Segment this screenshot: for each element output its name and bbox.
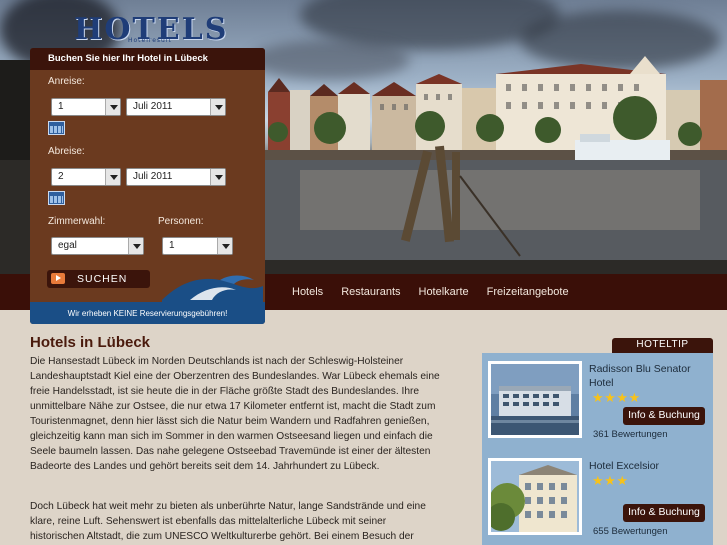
departure-month-select[interactable]: Juli 2011: [126, 168, 226, 186]
main-nav: Hotels Restaurants Hotelkarte Freizeitan…: [292, 274, 587, 310]
hotel-photo-image: [487, 461, 579, 532]
star-icon: ★: [616, 474, 629, 489]
departure-day-select[interactable]: 2: [51, 168, 121, 186]
booking-footer-note: Wir erheben KEINE Reservierungsgebühren!: [30, 302, 265, 324]
arrival-month-value: Juli 2011: [133, 101, 173, 112]
departure-day-value: 2: [58, 171, 64, 182]
room-value: egal: [58, 240, 77, 251]
hotel-name[interactable]: Radisson Blu Senator Hotel: [589, 362, 704, 390]
room-select[interactable]: egal: [51, 237, 144, 255]
star-icon: ★: [592, 391, 605, 406]
arrival-month-select[interactable]: Juli 2011: [126, 98, 226, 116]
search-button-label: SUCHEN: [77, 273, 128, 285]
persons-value: 1: [169, 240, 175, 251]
star-icon: ★: [592, 474, 605, 489]
booking-title: Buchen Sie hier Ihr Hotel in Lübeck: [30, 48, 265, 70]
dropdown-arrow-icon: [217, 238, 232, 254]
dropdown-arrow-icon: [128, 238, 143, 254]
info-booking-button[interactable]: Info & Buchung: [623, 504, 705, 522]
departure-month-value: Juli 2011: [133, 171, 173, 182]
hotel-photo[interactable]: [487, 458, 582, 535]
star-icon: ★: [604, 391, 617, 406]
room-label: Zimmerwahl:: [48, 216, 106, 227]
nav-item-freizeitangebote[interactable]: Freizeitangebote: [487, 286, 569, 298]
star-rating: ★★★: [592, 474, 628, 489]
hoteltip-header: HOTELTIP: [612, 338, 713, 353]
dropdown-arrow-icon: [210, 99, 225, 115]
site-logo-subtitle: Hotelresult: [128, 37, 172, 44]
persons-select[interactable]: 1: [162, 237, 233, 255]
second-paragraph: Doch Lübeck hat weit mehr zu bieten als …: [30, 501, 426, 542]
hotel-name[interactable]: Hotel Excelsior: [589, 459, 704, 473]
review-count: 361 Bewertungen: [593, 429, 668, 440]
persons-label: Personen:: [158, 216, 204, 227]
hotel-card: Radisson Blu Senator Hotel ★★★★ Info & B…: [482, 353, 713, 446]
intro-paragraph: Die Hansestadt Lübeck im Norden Deutschl…: [30, 356, 440, 472]
info-booking-button[interactable]: Info & Buchung: [623, 407, 705, 425]
departure-label: Abreise:: [48, 146, 85, 157]
play-arrow-icon: [51, 273, 65, 284]
arrival-label: Anreise:: [48, 76, 85, 87]
star-icon: ★: [604, 474, 617, 489]
dropdown-arrow-icon: [105, 99, 120, 115]
search-button[interactable]: SUCHEN: [47, 270, 150, 288]
hotel-photo[interactable]: [488, 361, 582, 438]
review-count: 655 Bewertungen: [593, 526, 668, 537]
star-icon: ★: [628, 391, 641, 406]
dropdown-arrow-icon: [210, 169, 225, 185]
nav-item-restaurants[interactable]: Restaurants: [341, 286, 400, 298]
booking-widget: Buchen Sie hier Ihr Hotel in Lübeck Anre…: [30, 48, 265, 324]
star-rating: ★★★★: [592, 391, 641, 406]
wave-logo-icon: [162, 275, 263, 302]
arrival-day-select[interactable]: 1: [51, 98, 121, 116]
star-icon: ★: [616, 391, 629, 406]
nav-item-hotels[interactable]: Hotels: [292, 286, 323, 298]
nav-item-hotelkarte[interactable]: Hotelkarte: [419, 286, 469, 298]
calendar-icon[interactable]: [48, 191, 65, 205]
arrival-day-value: 1: [58, 101, 64, 112]
dropdown-arrow-icon: [105, 169, 120, 185]
calendar-icon[interactable]: [48, 121, 65, 135]
hotel-photo-image: [491, 364, 579, 435]
hotel-card: Hotel Excelsior ★★★ Info & Buchung 655 B…: [482, 450, 713, 543]
page-title: Hotels in Lübeck: [30, 334, 151, 351]
hoteltip-panel: Radisson Blu Senator Hotel ★★★★ Info & B…: [482, 353, 713, 545]
